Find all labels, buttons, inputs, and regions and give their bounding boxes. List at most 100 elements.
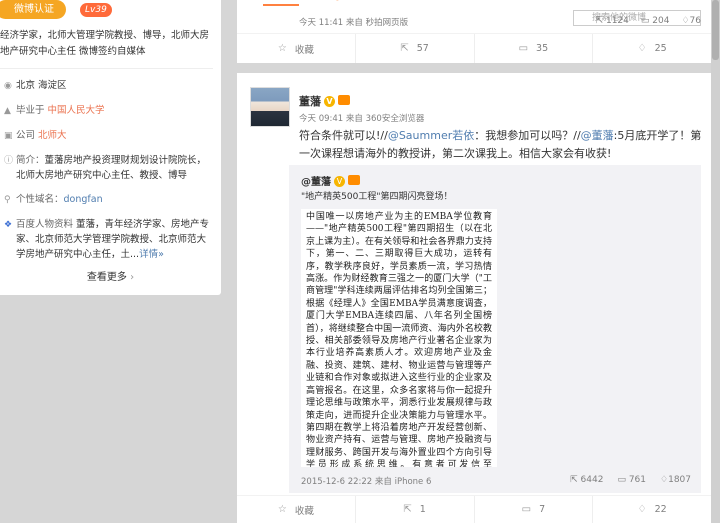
tab-all[interactable]: 全部 <box>263 0 299 6</box>
vip-crown-icon <box>338 95 350 105</box>
collect-button[interactable]: ☆ 收藏 <box>237 496 356 523</box>
scrollbar-thumb[interactable] <box>712 0 719 60</box>
comment-icon: ▭ <box>521 504 532 515</box>
location-text: 北京 海淀区 <box>16 80 67 91</box>
post-author-name: 董藩 <box>299 95 321 108</box>
post-2-meta: 今天 09:41 来自 360安全浏览器 <box>299 114 425 124</box>
repost-forward[interactable]: ⇱ 6442 <box>570 475 603 485</box>
sidebar-divider <box>0 68 213 69</box>
school-row: ▲ 毕业于 中国人民大学 <box>0 103 221 119</box>
comment-count-1[interactable]: ▭ 204 <box>641 16 670 26</box>
domain-label: 个性域名： <box>16 194 64 205</box>
like-button[interactable]: ♢ 25 <box>593 34 711 63</box>
repost-meta: 2015-12-6 22:22 来自 iPhone 6 <box>301 477 432 487</box>
repost-comment[interactable]: ▭ 761 <box>617 475 646 485</box>
post-card-2: 董藩 V 今天 09:41 来自 360安全浏览器 符合条件就可以!//@Saum… <box>237 73 711 523</box>
comment-button[interactable]: ▭ 7 <box>475 496 594 523</box>
comment-label: 7 <box>539 504 546 515</box>
repost-text: "地产精英500工程"第四期闪亮登场！ <box>301 192 453 202</box>
profile-intro: 经济学家，北师大管理学院教授、博导，北师大房 地产研究中心主任 微博签约自媒体 <box>0 22 221 60</box>
text-mid: ：我想参加可以吗？// <box>474 129 581 142</box>
comment-icon: ▭ <box>617 475 626 485</box>
baike-more-link[interactable]: 详情» <box>139 249 164 260</box>
level-badge[interactable]: Lv39 <box>80 3 112 17</box>
link-icon: ⚲ <box>4 195 11 205</box>
collect-label: 收藏 <box>294 44 314 56</box>
repost-stats: ⇱ 6442 ▭ 761 ♢1807 <box>570 475 691 485</box>
baike-label: 百度人物资料 <box>16 219 74 230</box>
thumb-up-icon: ♢ <box>681 16 690 26</box>
post-1-meta: 今天 11:41 来自 秒拍网页版 <box>299 18 409 28</box>
school-link[interactable]: 中国人民大学 <box>48 105 105 116</box>
forward-button[interactable]: ⇱ 57 <box>356 34 475 63</box>
intro-line-2: 地产研究中心主任 微博签约自媒体 <box>0 46 146 57</box>
collect-label: 收藏 <box>294 505 314 517</box>
bio-row: ⓘ 简介：董藩房地产投资理财规划设计院院长，北师大房地产研究中心主任、教授、博导 <box>0 153 221 183</box>
page-scrollbar[interactable] <box>711 0 720 523</box>
forward-label: 1 <box>419 504 426 515</box>
domain-link[interactable]: dongfan <box>64 194 103 205</box>
company-row: ▣ 公司 北师大 <box>0 128 221 144</box>
feed-tabs: 全部 ●热门 更多 ▾ <box>237 0 711 8</box>
vip-crown-icon <box>348 175 360 185</box>
verified-v-icon: V <box>334 176 345 187</box>
tab-more[interactable]: 更多 ▾ <box>397 0 425 2</box>
post-2-text: 符合条件就可以!//@Saummer若依：我想参加可以吗？//@董藩:5月底开学… <box>299 127 703 163</box>
comment-count-1-value: 204 <box>652 16 670 26</box>
verified-v-icon: V <box>324 96 335 107</box>
mention-link-1[interactable]: @Saummer若依 <box>388 129 474 142</box>
weibo-feed: 全部 ●热门 更多 ▾ 搜索他的微博 今天 11:41 来自 秒拍网页版 ⇱ 1… <box>237 0 711 523</box>
post-1-orig-stats: ⇱ 1124 ▭ 204 ♢76 <box>596 16 701 26</box>
tab-hot[interactable]: ●热门 <box>333 0 362 2</box>
like-count-1[interactable]: ♢76 <box>681 16 701 26</box>
tab-more-label: 更多 <box>397 0 417 2</box>
like-button[interactable]: ♢ 22 <box>593 496 711 523</box>
star-icon: ☆ <box>277 43 287 54</box>
forward-count-1-value: 1124 <box>605 16 629 26</box>
baike-row: ❖ 百度人物资料 董藩，青年经济学家、房地产专家、北京师范大学管理学院教授、北京… <box>0 217 221 262</box>
profile-sidebar: 微博认证 Lv39 经济学家，北师大管理学院教授、博导，北师大房 地产研究中心主… <box>0 0 221 295</box>
repost-box: @董藩 V "地产精英500工程"第四期闪亮登场！ 中国唯一以房地产业为主的EMB… <box>289 165 701 493</box>
mention-link-2[interactable]: @董藩 <box>581 129 614 142</box>
star-icon: ☆ <box>277 504 287 515</box>
like-label: 25 <box>654 43 667 54</box>
post-2-actions: ☆ 收藏 ⇱ 1 ▭ 7 ♢ 22 <box>237 495 711 523</box>
view-more-link[interactable]: 查看更多 › <box>0 268 221 283</box>
thumb-up-icon: ♢ <box>660 475 669 485</box>
forward-icon: ⇱ <box>403 504 412 515</box>
forward-label: 57 <box>416 43 429 54</box>
collect-button[interactable]: ☆ 收藏 <box>237 34 356 63</box>
sidebar-badges: 微博认证 Lv39 <box>0 0 221 22</box>
intro-line-1: 经济学家，北师大管理学院教授、博导，北师大房 <box>0 30 210 41</box>
post-author[interactable]: 董藩 V <box>299 93 350 109</box>
like-count-1-value: 76 <box>689 16 701 26</box>
comment-icon: ▭ <box>640 16 650 26</box>
info-icon: ⓘ <box>4 156 14 166</box>
repost-image-text: 中国唯一以房地产业为主的EMBA学位教育——"地产精英500工程"第四期招生（以… <box>306 212 492 467</box>
forward-icon: ⇱ <box>400 43 409 54</box>
graduation-cap-icon: ▲ <box>4 106 11 116</box>
location-pin-icon: ◉ <box>4 81 12 91</box>
forward-count-1[interactable]: ⇱ 1124 <box>596 16 629 26</box>
company-label: 公司 <box>16 130 36 141</box>
chevron-right-icon: › <box>130 272 135 283</box>
domain-row: ⚲ 个性域名：dongfan <box>0 192 221 208</box>
repost-comment-value: 761 <box>628 475 647 485</box>
repost-author[interactable]: @董藩 V <box>301 173 360 188</box>
bio-text: 董藩房地产投资理财规划设计院院长，北师大房地产研究中心主任、教授、博导 <box>16 155 207 181</box>
fire-icon: ● <box>333 0 342 2</box>
tab-hot-label: 热门 <box>342 0 362 2</box>
bio-label: 简介： <box>16 155 45 166</box>
repost-image[interactable]: 中国唯一以房地产业为主的EMBA学位教育——"地产精英500工程"第四期招生（以… <box>301 209 497 467</box>
comment-label: 35 <box>536 43 549 54</box>
avatar[interactable] <box>250 87 290 127</box>
comment-button[interactable]: ▭ 35 <box>475 34 594 63</box>
verified-badge[interactable]: 微博认证 <box>0 0 66 19</box>
post-card-1: 全部 ●热门 更多 ▾ 搜索他的微博 今天 11:41 来自 秒拍网页版 ⇱ 1… <box>237 0 711 63</box>
company-link[interactable]: 北师大 <box>38 130 67 141</box>
repost-author-name: @董藩 <box>301 177 331 188</box>
forward-button[interactable]: ⇱ 1 <box>356 496 475 523</box>
repost-like[interactable]: ♢1807 <box>660 475 691 485</box>
post-1-actions: ☆ 收藏 ⇱ 57 ▭ 35 ♢ 25 <box>237 33 711 63</box>
forward-icon: ⇱ <box>595 16 604 26</box>
